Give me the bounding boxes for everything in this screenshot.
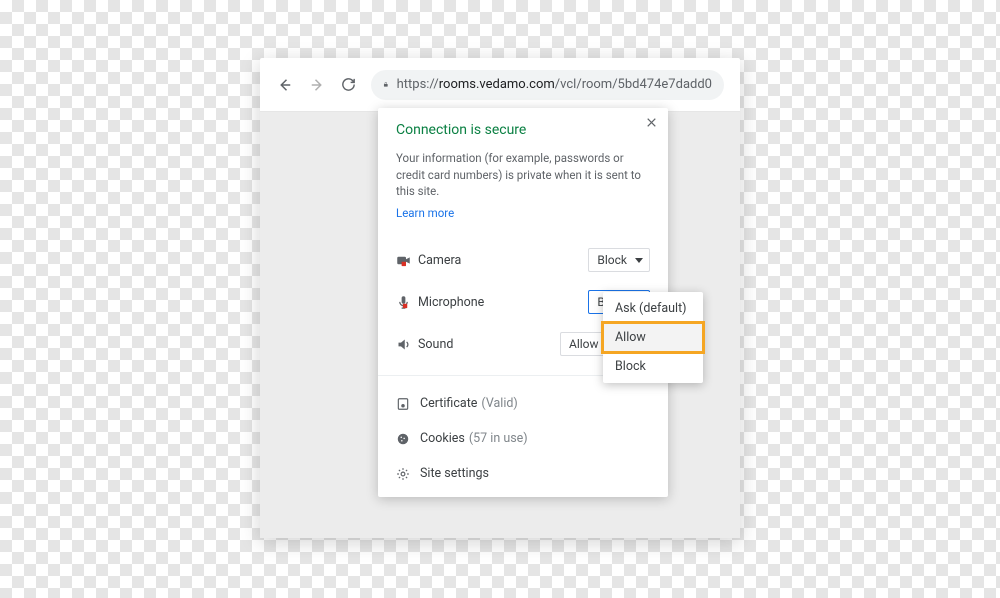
close-icon	[645, 116, 658, 129]
arrow-right-icon	[308, 76, 326, 94]
lock-icon	[383, 78, 389, 91]
reload-button[interactable]	[340, 76, 357, 93]
microphone-icon	[396, 295, 418, 310]
certificate-label: Certificate	[420, 396, 477, 411]
permission-label: Microphone	[418, 295, 588, 310]
reload-icon	[340, 76, 357, 93]
gear-icon	[396, 467, 420, 481]
sound-icon	[396, 337, 418, 352]
popover-title: Connection is secure	[396, 122, 650, 138]
select-value: Allow (	[569, 337, 606, 351]
popover-body: Your information (for example, passwords…	[396, 150, 650, 200]
dropdown-option-block[interactable]: Block	[603, 352, 703, 381]
cookies-row[interactable]: Cookies (57 in use)	[396, 421, 650, 456]
url-text: https://rooms.vedamo.com/vcl/room/5bd474…	[397, 77, 712, 92]
cookies-count: (57 in use)	[469, 431, 528, 446]
permission-label: Sound	[418, 337, 560, 352]
close-button[interactable]	[645, 116, 658, 129]
select-value: Block	[597, 253, 627, 267]
cookies-label: Cookies	[420, 431, 465, 446]
address-bar[interactable]: https://rooms.vedamo.com/vcl/room/5bd474…	[371, 70, 724, 100]
learn-more-link[interactable]: Learn more	[396, 206, 454, 220]
permission-row-camera: Camera Block	[396, 239, 650, 281]
browser-window: https://rooms.vedamo.com/vcl/room/5bd474…	[260, 58, 740, 538]
cookie-icon	[396, 432, 420, 446]
site-settings-row[interactable]: Site settings	[396, 456, 650, 491]
forward-button[interactable]	[308, 76, 326, 94]
back-button[interactable]	[276, 76, 294, 94]
camera-icon	[396, 254, 418, 267]
browser-toolbar: https://rooms.vedamo.com/vcl/room/5bd474…	[260, 58, 740, 112]
certificate-icon	[396, 397, 420, 411]
chevron-down-icon	[635, 258, 643, 263]
camera-select[interactable]: Block	[588, 248, 650, 272]
arrow-left-icon	[276, 76, 294, 94]
certificate-status: (Valid)	[481, 396, 517, 411]
site-settings-label: Site settings	[420, 466, 489, 481]
permission-label: Camera	[418, 253, 588, 268]
certificate-row[interactable]: Certificate (Valid)	[396, 386, 650, 421]
microphone-dropdown-menu: Ask (default) Allow Block	[603, 292, 703, 383]
dropdown-option-allow[interactable]: Allow	[603, 323, 703, 352]
dropdown-option-ask[interactable]: Ask (default)	[603, 294, 703, 323]
